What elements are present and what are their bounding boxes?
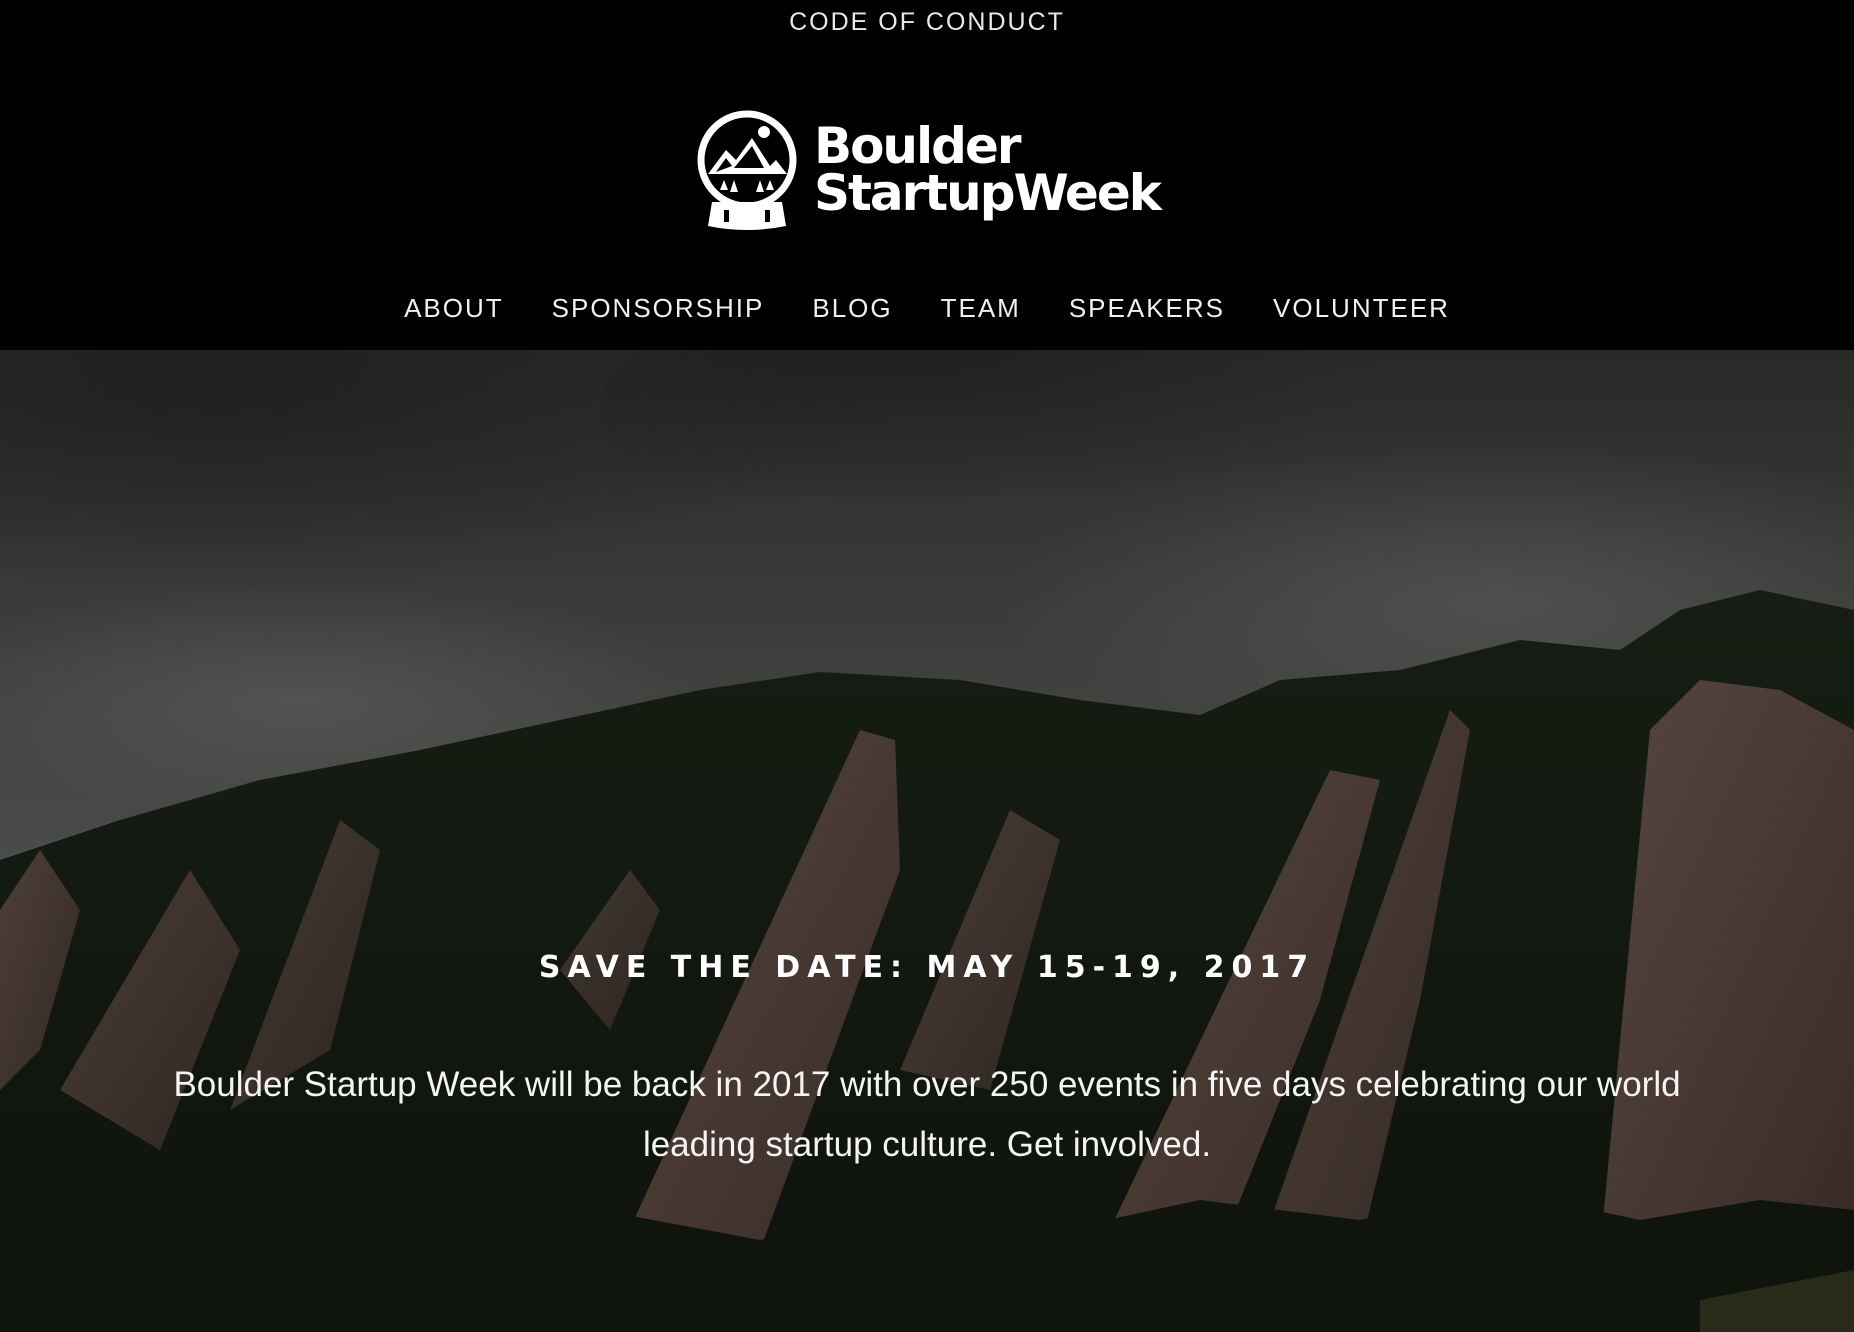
top-bar: CODE OF CONDUCT bbox=[0, 8, 1854, 37]
code-of-conduct-link[interactable]: CODE OF CONDUCT bbox=[789, 8, 1065, 36]
hero-title: SAVE THE DATE: MAY 15-19, 2017 bbox=[538, 950, 1316, 985]
snow-globe-mountains-icon bbox=[697, 110, 797, 230]
hero-section: SAVE THE DATE: MAY 15-19, 2017 Boulder S… bbox=[0, 350, 1854, 1332]
brand-wordmark: Boulder StartupWeek bbox=[813, 116, 1162, 222]
hero-overlay bbox=[0, 350, 1854, 1332]
hero-content: SAVE THE DATE: MAY 15-19, 2017 Boulder S… bbox=[0, 950, 1854, 1175]
home-logo-link[interactable]: Boulder StartupWeek bbox=[694, 108, 1162, 232]
nav-speakers[interactable]: SPEAKERS bbox=[1045, 293, 1249, 324]
site-header: CODE OF CONDUCT Boulder StartupWeek ABOU… bbox=[0, 0, 1854, 350]
nav-about[interactable]: ABOUT bbox=[380, 293, 528, 324]
brand: Boulder StartupWeek bbox=[0, 108, 1854, 232]
main-nav: ABOUT SPONSORSHIP BLOG TEAM SPEAKERS VOL… bbox=[0, 293, 1854, 324]
page: CODE OF CONDUCT Boulder StartupWeek ABOU… bbox=[0, 0, 1854, 1332]
hero-description: Boulder Startup Week will be back in 201… bbox=[173, 1065, 1681, 1164]
brand-line-2: StartupWeek bbox=[813, 164, 1162, 222]
nav-sponsorship[interactable]: SPONSORSHIP bbox=[528, 293, 789, 324]
nav-volunteer[interactable]: VOLUNTEER bbox=[1249, 293, 1474, 324]
nav-blog[interactable]: BLOG bbox=[788, 293, 916, 324]
brand-line-1: Boulder bbox=[813, 116, 1022, 175]
nav-team[interactable]: TEAM bbox=[917, 293, 1045, 324]
